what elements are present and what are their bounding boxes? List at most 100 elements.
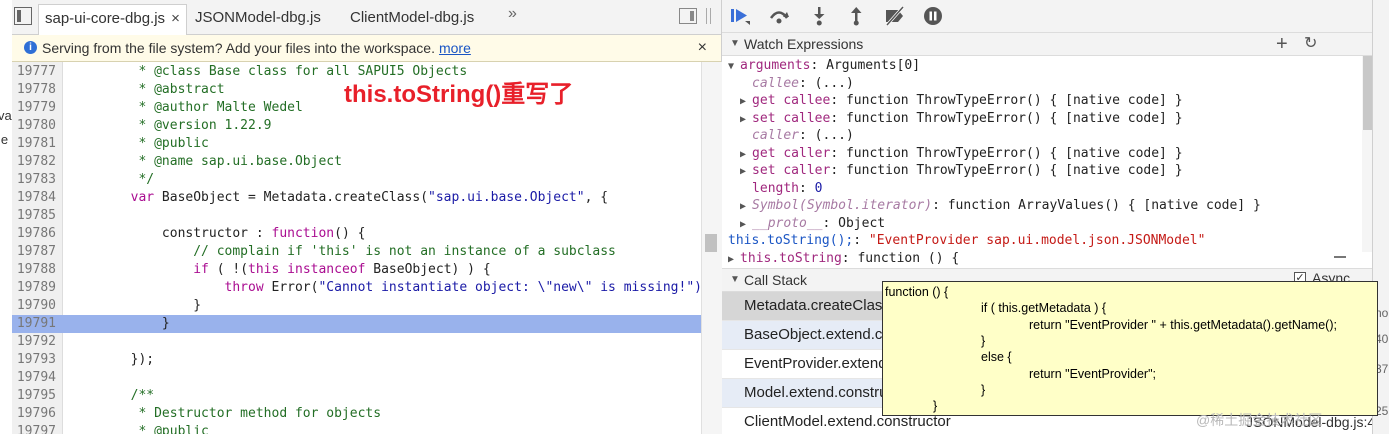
property-value: : Object [822,215,886,231]
watch-row[interactable]: ▶ __proto__: Object [740,215,885,233]
line-number[interactable]: 19794 [12,369,56,387]
scrollbar-thumb[interactable] [705,234,717,252]
code-line[interactable]: 19785 [12,207,701,225]
watch-row[interactable]: ▶ this.toString: function () { [728,250,959,268]
line-number[interactable]: 19790 [12,297,56,315]
code-token: BaseObject = Metadata.createClass( [154,190,429,205]
frame-function: Model.extend.constru [744,384,888,401]
code-text: } [68,315,170,333]
expand-down-icon[interactable]: ▼ [728,61,740,72]
code-line[interactable]: 19797 * @public [12,423,701,434]
code-editor[interactable]: 19777 * @class Base class for all SAPUI5… [12,62,701,434]
tab-close-icon[interactable]: × [171,10,180,27]
line-number[interactable]: 19785 [12,207,56,225]
code-line[interactable]: 19795 /** [12,387,701,405]
watch-row[interactable]: ▶ get caller: function ThrowTypeError() … [740,145,1183,163]
line-number[interactable]: 19795 [12,387,56,405]
line-number[interactable]: 19787 [12,243,56,261]
code-line[interactable]: 19788 if ( !(this instanceof BaseObject)… [12,261,701,279]
watch-row[interactable]: ▶ Symbol(Symbol.iterator): function Arra… [740,197,1261,215]
refresh-icon[interactable]: ↻ [1304,33,1317,55]
expand-right-icon[interactable]: ▶ [740,166,752,177]
pause-on-exceptions-icon[interactable] [922,6,944,26]
tab-clientmodel-dbg[interactable]: ClientModel-dbg.js [350,4,474,34]
deactivate-breakpoints-icon[interactable] [884,6,906,26]
code-line[interactable]: 19786 constructor : function() { [12,225,701,243]
debugger-pane-toggle-icon[interactable] [679,8,697,24]
property-value: : function ThrowTypeError() { [native co… [830,93,1183,108]
code-text: // complain if 'this' is not an instance… [68,243,616,261]
code-line[interactable]: 19780 * @version 1.22.9 [12,117,701,135]
property-name: get callee [752,93,831,108]
code-line[interactable]: 19793 }); [12,351,701,369]
expand-right-icon[interactable]: ▶ [728,254,740,265]
workspace-info-bar: i Serving from the file system? Add your… [12,35,721,62]
code-line[interactable]: 19789 throw Error("Cannot instantiate ob… [12,279,701,297]
line-number[interactable]: 19793 [12,351,56,369]
line-number[interactable]: 19792 [12,333,56,351]
watch-row[interactable]: length: 0 [740,180,822,198]
watch-row[interactable]: ▼ arguments: Arguments[0] [728,57,920,75]
watch-expressions-header[interactable]: ▼ Watch Expressions + ↻ [722,32,1389,56]
code-line[interactable]: 19792 [12,333,701,351]
property-value: : function ArrayValues() { [native code]… [932,198,1261,213]
line-number[interactable]: 19797 [12,423,56,434]
property-value: : Arguments[0] [810,58,921,73]
code-line[interactable]: 19790 } [12,297,701,315]
more-tabs-icon[interactable]: » [508,5,517,23]
tab-jsonmodel-dbg[interactable]: JSONModel-dbg.js [195,4,321,34]
code-line[interactable]: 19794 [12,369,701,387]
property-value: : [853,233,869,248]
watch-expressions-list[interactable]: ▼ arguments: Arguments[0] callee: (...) ▶… [722,56,1362,268]
code-token: * @public [68,424,209,434]
code-line[interactable]: 19784 var BaseObject = Metadata.createCl… [12,189,701,207]
close-icon[interactable]: × [698,35,707,61]
step-out-icon[interactable] [845,6,867,26]
code-line[interactable]: 19782 * @name sap.ui.base.Object [12,153,701,171]
line-number[interactable]: 19796 [12,405,56,423]
tooltip-line: function () { [885,285,949,299]
code-scrollbar[interactable] [701,62,722,434]
code-line[interactable]: 19791 } [12,315,701,333]
add-expression-icon[interactable]: + [1276,33,1288,55]
watch-row[interactable]: ▶ set callee: function ThrowTypeError() … [740,110,1183,128]
code-line[interactable]: 19781 * @public [12,135,701,153]
line-number[interactable]: 19782 [12,153,56,171]
property-name: __proto__ [752,215,823,231]
expand-right-icon[interactable]: ▶ [740,201,752,212]
expand-right-icon[interactable]: ▶ [740,149,752,160]
line-number[interactable]: 19784 [12,189,56,207]
property-value: : function ThrowTypeError() { [native co… [830,110,1183,126]
line-number[interactable]: 19779 [12,99,56,117]
code-token: BaseObject) ) { [365,262,491,277]
line-number[interactable]: 19789 [12,279,56,297]
line-number[interactable]: 19786 [12,225,56,243]
line-number[interactable]: 19778 [12,81,56,99]
watch-row[interactable]: caller: (...) [740,127,854,145]
line-number[interactable]: 19781 [12,135,56,153]
line-number[interactable]: 19780 [12,117,56,135]
expand-right-icon[interactable]: ▶ [740,219,752,230]
navigator-toggle-icon[interactable] [14,7,32,25]
watch-row[interactable]: this.toString();: "EventProvider sap.ui.… [728,232,1205,250]
resume-icon[interactable] [730,6,752,26]
function-source-tooltip: function () {if ( this.getMetadata ) {re… [882,281,1378,416]
expand-right-icon[interactable]: ▶ [740,96,752,107]
line-number[interactable]: 19788 [12,261,56,279]
step-into-icon[interactable] [808,6,830,26]
more-link[interactable]: more [439,40,471,56]
code-line[interactable]: 19783 */ [12,171,701,189]
resize-handle[interactable] [1334,256,1346,258]
line-number[interactable]: 19777 [12,63,56,81]
line-number[interactable]: 19783 [12,171,56,189]
step-over-icon[interactable] [768,6,790,26]
watch-row[interactable]: ▶ set caller: function ThrowTypeError() … [740,162,1183,180]
line-number[interactable]: 19791 [12,315,56,333]
code-line[interactable]: 19796 * Destructor method for objects [12,405,701,423]
tab-sap-ui-core-dbg[interactable]: sap-ui-core-dbg.js × [38,4,187,35]
expand-right-icon[interactable]: ▶ [740,114,752,125]
code-line[interactable]: 19787 // complain if 'this' is not an in… [12,243,701,261]
watch-row[interactable]: ▶ get callee: function ThrowTypeError() … [740,92,1183,110]
watch-row[interactable]: callee: (...) [740,75,854,93]
